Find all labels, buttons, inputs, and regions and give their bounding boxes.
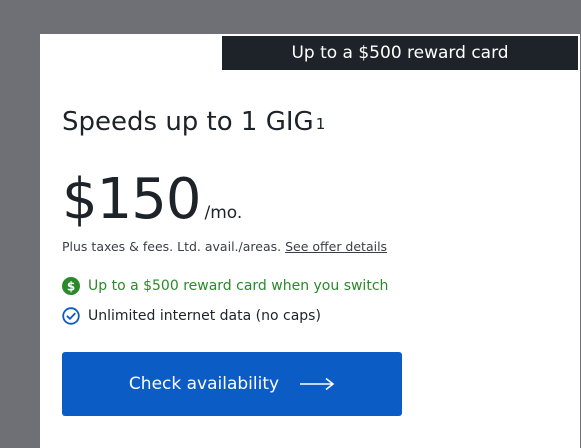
feature-reward-card: $ Up to a $500 reward card when you swit… bbox=[62, 277, 388, 295]
check-availability-label: Check availability bbox=[128, 374, 280, 394]
dollar-circle-icon: $ bbox=[62, 277, 80, 295]
promo-banner: Up to a $500 reward card bbox=[222, 36, 578, 70]
price-row: $150/mo. bbox=[62, 168, 242, 232]
feature-reward-text: Up to a $500 reward card when you switch bbox=[88, 278, 389, 294]
plan-title: Speeds up to 1 GIG 1 bbox=[62, 106, 325, 138]
offer-details-link[interactable]: See offer details bbox=[285, 239, 387, 254]
check-availability-button[interactable]: Check availability bbox=[62, 352, 402, 416]
footnote-marker[interactable]: 1 bbox=[316, 115, 326, 133]
arrow-right-icon bbox=[300, 377, 335, 391]
offer-card: Up to a $500 reward card Speeds up to 1 … bbox=[40, 34, 580, 448]
plan-title-text: Speeds up to 1 GIG bbox=[62, 107, 314, 137]
fine-print-text: Plus taxes & fees. Ltd. avail./areas. bbox=[62, 239, 282, 254]
price-unit: /mo. bbox=[204, 203, 243, 223]
feature-unlimited-text: Unlimited internet data (no caps) bbox=[88, 308, 321, 324]
fine-print: Plus taxes & fees. Ltd. avail./areas. Se… bbox=[62, 239, 387, 254]
check-circle-icon bbox=[62, 307, 80, 325]
svg-text:$: $ bbox=[67, 280, 75, 294]
price-amount: $150 bbox=[62, 167, 202, 232]
feature-unlimited-data: Unlimited internet data (no caps) bbox=[62, 307, 321, 325]
